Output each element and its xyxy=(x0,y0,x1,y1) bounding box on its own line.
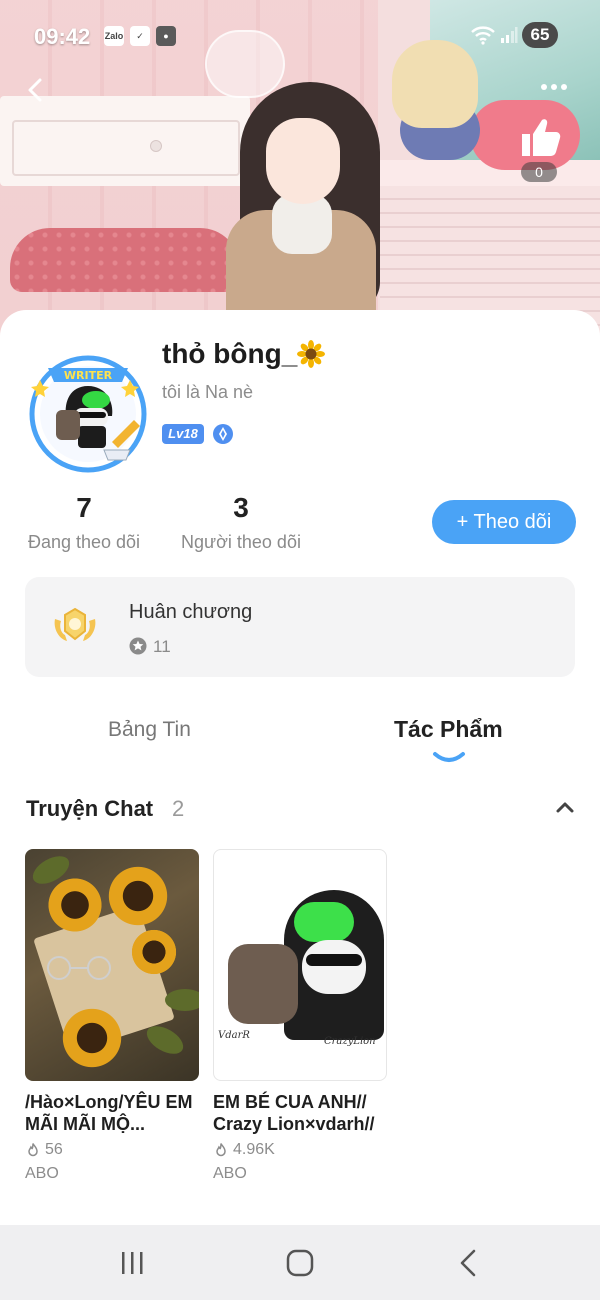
like-button[interactable] xyxy=(512,110,568,166)
story-cover-image xyxy=(25,849,199,1081)
zalo-notification-icon: Zalo xyxy=(104,26,124,46)
medals-panel[interactable]: Huân chương 11 xyxy=(25,577,575,677)
thumbs-up-icon xyxy=(522,119,561,156)
story-reads: 4.96K xyxy=(213,1141,387,1159)
story-title: EM BÉ CUA ANH// Crazy Lion×vdarh// xyxy=(213,1092,375,1134)
more-options-button[interactable] xyxy=(532,72,576,102)
follow-button[interactable]: + Theo dõi xyxy=(432,500,576,544)
section-title: Truyện Chat xyxy=(26,796,154,821)
cover-caption-left: VdarR xyxy=(218,1030,250,1041)
back-button[interactable] xyxy=(16,70,56,110)
fire-icon xyxy=(28,1143,38,1157)
story-reads-count: 4.96K xyxy=(233,1141,275,1158)
tab-feed[interactable]: Bảng Tin xyxy=(108,718,191,742)
profile-name-text: thỏ bông_ xyxy=(162,338,298,369)
following-stat[interactable]: 7 Đang theo dõi xyxy=(24,492,144,553)
like-count: 0 xyxy=(521,162,557,182)
profile-card: WRITER thỏ bông_ tôi là Na nè Lv18 7 Đan… xyxy=(0,310,600,1225)
section-count: 2 xyxy=(172,796,185,821)
story-tag: ABO xyxy=(213,1165,247,1182)
verified-badge-icon xyxy=(213,424,233,444)
recent-apps-icon[interactable] xyxy=(102,1243,162,1283)
followers-count: 3 xyxy=(233,492,249,523)
medals-count: 11 xyxy=(153,637,171,656)
system-navigation-bar xyxy=(0,1225,600,1300)
check-notification-icon: ✓ xyxy=(130,26,150,46)
followers-label: Người theo dõi xyxy=(181,532,301,552)
medal-icon xyxy=(54,607,96,641)
chevron-up-icon[interactable] xyxy=(553,796,577,820)
story-card[interactable]: VdarR CrazyLion EM BÉ CUA ANH// Crazy Li… xyxy=(213,849,387,1183)
following-count: 7 xyxy=(76,492,92,523)
followers-stat[interactable]: 3 Người theo dõi xyxy=(176,492,306,553)
status-time: 09:42 xyxy=(34,24,91,49)
signal-icon xyxy=(501,27,518,43)
more-dots-icon xyxy=(541,84,567,90)
battery-indicator: 65 xyxy=(522,22,558,48)
profile-avatar[interactable]: WRITER xyxy=(26,350,150,474)
chevron-left-icon xyxy=(28,78,42,102)
story-reads-count: 56 xyxy=(45,1141,63,1158)
medals-title: Huân chương xyxy=(129,601,253,623)
story-cover-image: VdarR CrazyLion xyxy=(213,849,387,1081)
profile-name: thỏ bông_ xyxy=(162,338,326,370)
medal-star-icon xyxy=(129,637,147,655)
fire-icon xyxy=(216,1143,226,1157)
camera-notification-icon: ● xyxy=(156,26,176,46)
wifi-icon xyxy=(471,26,495,45)
story-title: /Hào×Long/YÊU EM MÃI MÃI MỘ... xyxy=(25,1092,193,1134)
sunflower-icon xyxy=(297,340,326,368)
tab-works[interactable]: Tác Phẩm xyxy=(394,716,503,743)
story-reads: 56 xyxy=(25,1141,199,1159)
back-nav-icon[interactable] xyxy=(438,1243,498,1283)
story-tag: ABO xyxy=(25,1165,59,1182)
status-bar: 09:42 Zalo ✓ ● 65 xyxy=(0,0,600,70)
cover-caption-right: CrazyLion xyxy=(324,1036,376,1047)
avatar-badge-text: WRITER xyxy=(64,369,113,382)
active-tab-indicator xyxy=(433,752,465,762)
following-label: Đang theo dõi xyxy=(27,532,141,552)
story-card[interactable]: /Hào×Long/YÊU EM MÃI MÃI MỘ... 56 ABO xyxy=(25,849,199,1183)
level-badge: Lv18 xyxy=(162,424,204,444)
home-icon[interactable] xyxy=(270,1243,330,1283)
profile-bio: tôi là Na nè xyxy=(162,382,254,402)
